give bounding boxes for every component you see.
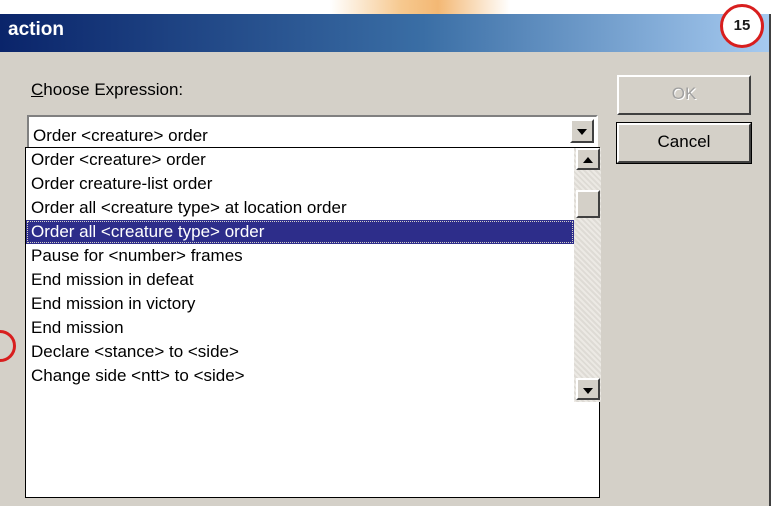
list-item[interactable]: End mission in victory [26,292,574,316]
list-item[interactable]: Order all <creature type> order [26,220,574,244]
window-title: action [8,19,64,40]
list-item[interactable]: Change side <ntt> to <side> [26,364,574,388]
expression-list[interactable]: Order <creature> order Order creature-lis… [26,148,574,388]
list-scrollbar[interactable] [574,148,601,402]
cancel-button[interactable]: Cancel [617,123,751,163]
label-text: hoose Expression: [43,80,184,99]
list-item[interactable]: Order all <creature type> at location or… [26,196,574,220]
ok-button[interactable]: OK [617,75,751,115]
title-bar[interactable]: action [0,14,769,52]
expression-dropdown: Order <creature> order Order creature-lis… [25,147,601,498]
list-item[interactable]: Declare <stance> to <side> [26,340,574,364]
chevron-down-icon [577,129,587,135]
list-item[interactable]: Pause for <number> frames [26,244,574,268]
step-number-badge: 15 [720,4,764,48]
combo-selected-value: Order <creature> order [33,126,208,145]
list-item[interactable]: End mission in defeat [26,268,574,292]
choose-expression-label: Choose Expression: [31,80,183,100]
arrow-up-icon [583,157,593,163]
combo-dropdown-button[interactable] [570,119,594,143]
action-dialog: action Choose Expression: Order <creatur… [0,14,771,506]
scroll-thumb[interactable] [576,190,600,218]
label-mnemonic: C [31,80,44,99]
arrow-down-icon [583,388,593,394]
scroll-up-button[interactable] [576,148,600,170]
list-item[interactable]: End mission [26,316,574,340]
list-item[interactable]: Order <creature> order [26,148,574,172]
scroll-down-button[interactable] [576,378,600,400]
list-item[interactable]: Order creature-list order [26,172,574,196]
